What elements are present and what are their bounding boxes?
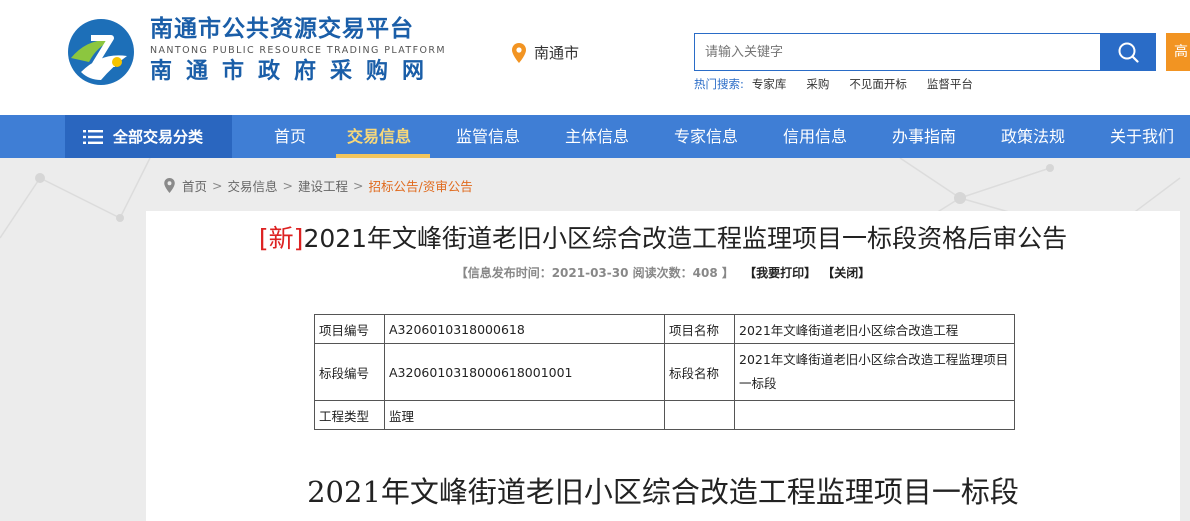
site-logo[interactable]: [67, 18, 135, 86]
hot-search-item[interactable]: 专家库: [752, 76, 787, 92]
article-meta: 【信息发布时间：2021-03-30 阅读次数：408 】 【我要打印】 【关闭…: [146, 264, 1180, 281]
advanced-search-button[interactable]: 高: [1166, 33, 1190, 71]
site-title-en: NANTONG PUBLIC RESOURCE TRADING PLATFORM: [150, 45, 446, 56]
hot-search-item[interactable]: 监督平台: [927, 76, 973, 92]
article-panel: [新]2021年文峰街道老旧小区综合改造工程监理项目一标段资格后审公告 【信息发…: [146, 211, 1180, 521]
table-cell-label: 工程类型: [314, 400, 385, 430]
table-cell-value: 2021年文峰街道老旧小区综合改造工程: [734, 314, 1015, 344]
publish-info: 【信息发布时间：2021-03-30 阅读次数：408 】: [455, 266, 734, 280]
table-row: 工程类型 监理: [314, 400, 1015, 430]
table-row: 标段编号 A3206010318000618001001 标段名称 2021年文…: [314, 343, 1015, 401]
site-header: 南通市公共资源交易平台 NANTONG PUBLIC RESOURCE TRAD…: [0, 0, 1190, 115]
search-icon: [1118, 42, 1139, 63]
breadcrumb-separator: >: [282, 178, 293, 193]
location-selector[interactable]: 南通市: [512, 42, 579, 63]
nav-item-supervision[interactable]: 监管信息: [456, 115, 520, 158]
breadcrumb-separator: >: [353, 178, 364, 193]
article-title-text: 2021年文峰街道老旧小区综合改造工程监理项目一标段资格后审公告: [303, 224, 1068, 253]
table-cell-label: 项目编号: [314, 314, 385, 344]
main-nav: 全部交易分类 首页 交易信息 监管信息 主体信息 专家信息 信用信息 办事指南 …: [0, 115, 1190, 158]
close-link[interactable]: 【关闭】: [822, 266, 870, 280]
site-title: 南通市公共资源交易平台: [150, 16, 414, 42]
hot-search-item[interactable]: 采购: [806, 76, 829, 92]
breadcrumb-item[interactable]: 首页: [182, 176, 207, 195]
nav-item-experts[interactable]: 专家信息: [674, 115, 738, 158]
table-cell-value: A3206010318000618: [384, 314, 665, 344]
table-cell-label: 项目名称: [664, 314, 735, 344]
location-pin-icon: [164, 178, 175, 193]
breadcrumb-separator: >: [212, 178, 223, 193]
breadcrumb-item[interactable]: 建设工程: [298, 176, 348, 195]
breadcrumb-current[interactable]: 招标公告/资审公告: [369, 176, 473, 195]
project-info-table: 项目编号 A3206010318000618 项目名称 2021年文峰街道老旧小…: [314, 314, 1015, 430]
table-cell-value: A3206010318000618001001: [384, 343, 665, 401]
hot-search-label: 热门搜索:: [694, 77, 744, 91]
table-cell-label: 标段名称: [664, 343, 735, 401]
breadcrumb-item[interactable]: 交易信息: [228, 176, 278, 195]
nav-item-entities[interactable]: 主体信息: [565, 115, 629, 158]
all-categories-label: 全部交易分类: [113, 128, 204, 146]
breadcrumb: 首页 > 交易信息 > 建设工程 > 招标公告/资审公告: [164, 176, 473, 195]
nav-item-credit[interactable]: 信用信息: [783, 115, 847, 158]
hot-search: 热门搜索: 专家库 采购 不见面开标 监督平台: [694, 76, 973, 92]
hot-search-item[interactable]: 不见面开标: [849, 76, 907, 92]
print-link[interactable]: 【我要打印】: [744, 266, 816, 280]
all-categories-button[interactable]: 全部交易分类: [65, 115, 232, 158]
table-cell-value: 监理: [384, 400, 665, 430]
article-body-heading: 2021年文峰街道老旧小区综合改造工程监理项目一标段: [307, 475, 1019, 509]
location-label: 南通市: [534, 44, 580, 62]
table-cell-empty: [664, 400, 735, 430]
new-tag: [新]: [258, 224, 304, 253]
nav-item-home[interactable]: 首页: [274, 115, 306, 158]
table-cell-label: 标段编号: [314, 343, 385, 401]
menu-icon: [83, 129, 103, 144]
nav-item-about[interactable]: 关于我们: [1110, 115, 1174, 158]
location-pin-icon: [512, 42, 526, 63]
search-input[interactable]: [694, 33, 1100, 71]
nav-item-trading[interactable]: 交易信息: [347, 115, 411, 158]
search-button[interactable]: [1100, 33, 1156, 71]
brand-block: 南通市公共资源交易平台 NANTONG PUBLIC RESOURCE TRAD…: [150, 14, 446, 86]
table-cell-empty: [734, 400, 1015, 430]
nav-item-policy[interactable]: 政策法规: [1001, 115, 1065, 158]
article-title: [新]2021年文峰街道老旧小区综合改造工程监理项目一标段资格后审公告: [146, 219, 1180, 255]
site-subtitle: 南通市政府采购网: [150, 59, 439, 84]
table-row: 项目编号 A3206010318000618 项目名称 2021年文峰街道老旧小…: [314, 314, 1015, 344]
table-cell-value: 2021年文峰街道老旧小区综合改造工程监理项目一标段: [734, 343, 1015, 401]
nav-item-guide[interactable]: 办事指南: [892, 115, 956, 158]
